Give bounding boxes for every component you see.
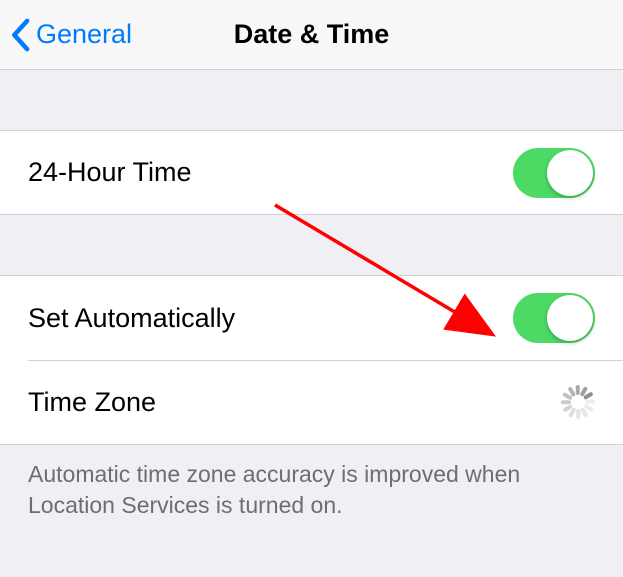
auto-time-group: Set Automatically Time Zone	[0, 275, 623, 445]
back-label: General	[36, 19, 132, 50]
loading-spinner-icon	[561, 385, 595, 419]
toggle-knob	[547, 150, 593, 196]
toggle-24-hour-time[interactable]	[513, 148, 595, 198]
section-gap	[0, 70, 623, 130]
row-label: Time Zone	[28, 387, 156, 418]
section-gap	[0, 215, 623, 275]
toggle-knob	[547, 295, 593, 341]
chevron-left-icon	[10, 18, 30, 52]
row-time-zone[interactable]: Time Zone	[0, 360, 623, 445]
back-button[interactable]: General	[0, 18, 132, 52]
settings-date-time-screen: General Date & Time 24-Hour Time Set Aut…	[0, 0, 623, 577]
row-24-hour-time: 24-Hour Time	[0, 130, 623, 215]
toggle-set-automatically[interactable]	[513, 293, 595, 343]
row-set-automatically: Set Automatically	[0, 275, 623, 360]
row-label: 24-Hour Time	[28, 157, 192, 188]
row-label: Set Automatically	[28, 303, 235, 334]
footer-help-text: Automatic time zone accuracy is improved…	[0, 445, 623, 521]
navigation-bar: General Date & Time	[0, 0, 623, 70]
